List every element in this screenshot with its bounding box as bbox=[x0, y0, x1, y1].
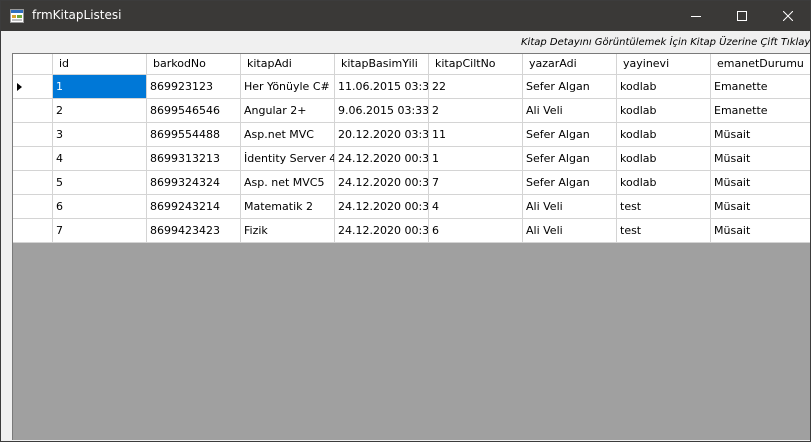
cell-yayinevi[interactable]: kodlab bbox=[617, 99, 711, 123]
cell-kitapAdi[interactable]: Fizik bbox=[241, 219, 335, 243]
table-row[interactable]: 7 8699423423 Fizik 24.12.2020 00:30 6 Ali Vel… bbox=[13, 219, 810, 243]
column-header-id[interactable]: id bbox=[53, 54, 147, 75]
book-list-grid[interactable]: id barkodNo kitapAdi kitapBasimYili kitapCil… bbox=[12, 53, 810, 440]
cell-kitapBasimYili[interactable]: 24.12.2020 00:30 bbox=[335, 219, 429, 243]
cell-kitapAdi[interactable]: Angular 2+ bbox=[241, 99, 335, 123]
table-row[interactable]: 4 8699313213 İdentity Server 4 24.12.2020 0… bbox=[13, 147, 810, 171]
column-header-yazarAdi[interactable]: yazarAdi bbox=[523, 54, 617, 75]
cell-kitapCiltNo[interactable]: 1 bbox=[429, 147, 523, 171]
current-row-arrow-icon bbox=[17, 83, 22, 91]
cell-kitapAdi[interactable]: Her Yönüyle C# bbox=[241, 75, 335, 99]
cell-kitapCiltNo[interactable]: 2 bbox=[429, 99, 523, 123]
cell-yayinevi[interactable]: test bbox=[617, 195, 711, 219]
cell-kitapBasimYili[interactable]: 9.06.2015 03:33 bbox=[335, 99, 429, 123]
close-icon bbox=[782, 11, 793, 21]
cell-barkodNo[interactable]: 8699243214 bbox=[147, 195, 241, 219]
cell-emanetDurumu[interactable]: Müsait bbox=[711, 123, 810, 147]
cell-barkodNo[interactable]: 869923123 bbox=[147, 75, 241, 99]
hint-label: Kitap Detayını Görüntülemek İçin Kitap Ü… bbox=[521, 37, 811, 48]
cell-id[interactable]: 6 bbox=[53, 195, 147, 219]
row-header[interactable] bbox=[13, 75, 53, 99]
cell-barkodNo[interactable]: 8699313213 bbox=[147, 147, 241, 171]
cell-id[interactable]: 1 bbox=[53, 75, 147, 99]
column-header-yayinevi[interactable]: yayinevi bbox=[617, 54, 711, 75]
cell-kitapAdi[interactable]: İdentity Server 4 bbox=[241, 147, 335, 171]
cell-barkodNo[interactable]: 8699324324 bbox=[147, 171, 241, 195]
cell-id[interactable]: 5 bbox=[53, 171, 147, 195]
row-header[interactable] bbox=[13, 219, 53, 243]
cell-id[interactable]: 7 bbox=[53, 219, 147, 243]
cell-kitapBasimYili[interactable]: 11.06.2015 03:33 bbox=[335, 75, 429, 99]
title-bar[interactable]: frmKitapListesi bbox=[1, 1, 810, 31]
table-row[interactable]: 1 869923123 Her Yönüyle C# 11.06.2015 03:33… bbox=[13, 75, 810, 99]
cell-kitapCiltNo[interactable]: 4 bbox=[429, 195, 523, 219]
cell-kitapCiltNo[interactable]: 22 bbox=[429, 75, 523, 99]
cell-kitapBasimYili[interactable]: 24.12.2020 00:30 bbox=[335, 147, 429, 171]
table-row[interactable]: 3 8699554488 Asp.net MVC 20.12.2020 03:36 11… bbox=[13, 123, 810, 147]
row-header[interactable] bbox=[13, 99, 53, 123]
row-header[interactable] bbox=[13, 147, 53, 171]
cell-yayinevi[interactable]: kodlab bbox=[617, 75, 711, 99]
form-client-area: Kitap Detayını Görüntülemek İçin Kitap Ü… bbox=[1, 31, 810, 441]
cell-barkodNo[interactable]: 8699546546 bbox=[147, 99, 241, 123]
column-header-kitapBasimYili[interactable]: kitapBasimYili bbox=[335, 54, 429, 75]
cell-yazarAdi[interactable]: Sefer Algan bbox=[523, 147, 617, 171]
cell-yazarAdi[interactable]: Sefer Algan bbox=[523, 123, 617, 147]
grid-corner-header[interactable] bbox=[13, 54, 53, 75]
column-header-kitapCiltNo[interactable]: kitapCiltNo bbox=[429, 54, 523, 75]
row-header[interactable] bbox=[13, 171, 53, 195]
column-header-row: id barkodNo kitapAdi kitapBasimYili kitapCil… bbox=[13, 54, 810, 75]
cell-yayinevi[interactable]: kodlab bbox=[617, 123, 711, 147]
row-header[interactable] bbox=[13, 195, 53, 219]
cell-emanetDurumu[interactable]: Müsait bbox=[711, 219, 810, 243]
cell-yayinevi[interactable]: kodlab bbox=[617, 147, 711, 171]
cell-emanetDurumu[interactable]: Müsait bbox=[711, 195, 810, 219]
window: frmKitapListesi Kitap Detayını Görüntüle… bbox=[0, 0, 811, 442]
row-header[interactable] bbox=[13, 123, 53, 147]
table-row[interactable]: 6 8699243214 Matematik 2 24.12.2020 00:30 4 A… bbox=[13, 195, 810, 219]
cell-yazarAdi[interactable]: Ali Veli bbox=[523, 195, 617, 219]
cell-kitapBasimYili[interactable]: 24.12.2020 00:30 bbox=[335, 195, 429, 219]
maximize-icon bbox=[736, 11, 747, 21]
close-button[interactable] bbox=[765, 1, 810, 31]
cell-id[interactable]: 3 bbox=[53, 123, 147, 147]
cell-kitapCiltNo[interactable]: 11 bbox=[429, 123, 523, 147]
cell-kitapAdi[interactable]: Asp.net MVC bbox=[241, 123, 335, 147]
cell-kitapAdi[interactable]: Matematik 2 bbox=[241, 195, 335, 219]
cell-kitapCiltNo[interactable]: 7 bbox=[429, 171, 523, 195]
column-header-kitapAdi[interactable]: kitapAdi bbox=[241, 54, 335, 75]
cell-id[interactable]: 2 bbox=[53, 99, 147, 123]
cell-yazarAdi[interactable]: Sefer Algan bbox=[523, 171, 617, 195]
cell-yayinevi[interactable]: test bbox=[617, 219, 711, 243]
cell-emanetDurumu[interactable]: Emanette bbox=[711, 99, 810, 123]
cell-yazarAdi[interactable]: Ali Veli bbox=[523, 219, 617, 243]
column-header-emanetDurumu[interactable]: emanetDurumu bbox=[711, 54, 810, 75]
cell-kitapAdi[interactable]: Asp. net MVC5 bbox=[241, 171, 335, 195]
minimize-icon bbox=[690, 16, 701, 17]
cell-yazarAdi[interactable]: Ali Veli bbox=[523, 99, 617, 123]
cell-kitapBasimYili[interactable]: 20.12.2020 03:36 bbox=[335, 123, 429, 147]
minimize-button[interactable] bbox=[673, 1, 718, 31]
cell-yazarAdi[interactable]: Sefer Algan bbox=[523, 75, 617, 99]
window-title: frmKitapListesi bbox=[32, 8, 122, 22]
cell-emanetDurumu[interactable]: Müsait bbox=[711, 171, 810, 195]
column-header-barkodNo[interactable]: barkodNo bbox=[147, 54, 241, 75]
cell-id[interactable]: 4 bbox=[53, 147, 147, 171]
cell-yayinevi[interactable]: kodlab bbox=[617, 171, 711, 195]
cell-barkodNo[interactable]: 8699554488 bbox=[147, 123, 241, 147]
cell-kitapBasimYili[interactable]: 24.12.2020 00:30 bbox=[335, 171, 429, 195]
cell-kitapCiltNo[interactable]: 6 bbox=[429, 219, 523, 243]
maximize-button[interactable] bbox=[719, 1, 764, 31]
cell-emanetDurumu[interactable]: Emanette bbox=[711, 75, 810, 99]
cell-barkodNo[interactable]: 8699423423 bbox=[147, 219, 241, 243]
table-row[interactable]: 5 8699324324 Asp. net MVC5 24.12.2020 00:30… bbox=[13, 171, 810, 195]
cell-emanetDurumu[interactable]: Müsait bbox=[711, 147, 810, 171]
form-icon bbox=[10, 9, 24, 23]
table-row[interactable]: 2 8699546546 Angular 2+ 9.06.2015 03:33 2 Ali… bbox=[13, 99, 810, 123]
